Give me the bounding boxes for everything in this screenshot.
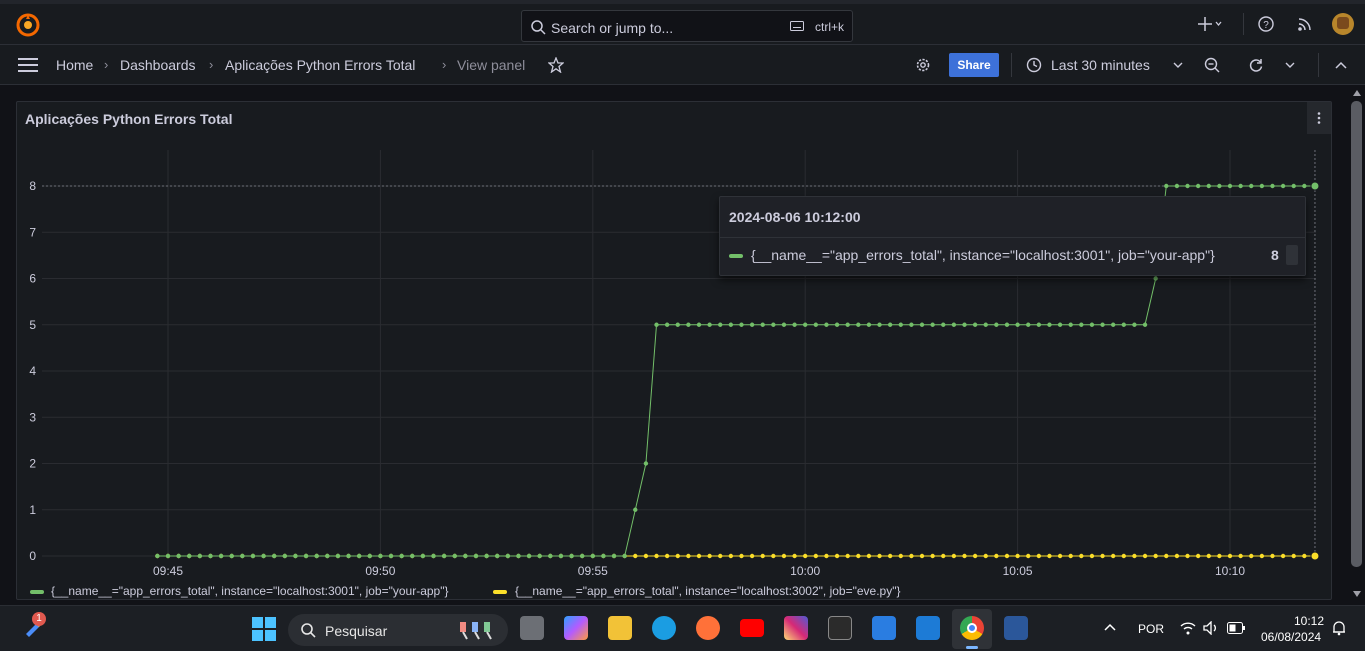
series-color-swatch	[729, 254, 743, 258]
scroll-down-icon[interactable]	[1353, 591, 1361, 597]
svg-text:?: ?	[1263, 20, 1269, 31]
tooltip-value: 8	[1271, 247, 1279, 263]
keyboard-icon	[790, 21, 804, 31]
wifi-icon[interactable]	[1180, 621, 1196, 635]
breadcrumb-dashboard[interactable]: Aplicações Python Errors Total	[225, 57, 415, 73]
legend-swatch	[493, 590, 507, 594]
divider	[1011, 53, 1012, 77]
word-icon[interactable]	[1004, 616, 1028, 640]
clock-icon	[1026, 57, 1042, 73]
more-vertical-icon	[1317, 112, 1321, 124]
trello-icon[interactable]	[916, 616, 940, 640]
top-bar: Search or jump to... ctrl+k ?	[0, 0, 1365, 45]
chrome-icon-active[interactable]	[952, 609, 992, 649]
tooltip-time: 2024-08-06 10:12:00	[729, 209, 861, 225]
tooltip-series-label: {__name__="app_errors_total", instance="…	[751, 247, 1215, 263]
avatar[interactable]	[1332, 13, 1354, 35]
volume-icon[interactable]	[1203, 621, 1219, 635]
widgets-icon[interactable]: 1	[22, 612, 46, 638]
rss-icon[interactable]	[1297, 16, 1313, 32]
chevron-right-icon: ›	[104, 57, 109, 72]
search-icon	[301, 623, 316, 638]
panel-title: Aplicações Python Errors Total	[25, 111, 233, 127]
refresh-icon[interactable]	[1248, 57, 1264, 73]
panel: Aplicações Python Errors Total	[16, 101, 1332, 600]
breadcrumb-current: View panel	[457, 57, 526, 73]
notification-badge: 1	[32, 612, 46, 626]
copilot-icon[interactable]	[564, 616, 588, 640]
help-icon[interactable]: ?	[1258, 16, 1274, 32]
add-icon[interactable]	[1198, 16, 1222, 32]
notification-bell-icon[interactable]	[1332, 620, 1346, 636]
menu-icon[interactable]	[18, 57, 38, 73]
instagram-icon[interactable]	[784, 616, 808, 640]
zoom-out-icon[interactable]	[1204, 57, 1220, 73]
breadcrumb-dashboards[interactable]: Dashboards	[120, 57, 196, 73]
taskbar-search[interactable]: Pesquisar	[288, 614, 508, 646]
clock-time[interactable]: 10:12	[1294, 614, 1324, 628]
taskbar-search-placeholder: Pesquisar	[325, 623, 388, 639]
search-shortcut: ctrl+k	[814, 20, 844, 34]
divider	[1243, 13, 1244, 35]
time-range-picker[interactable]: Last 30 minutes	[1051, 57, 1150, 73]
share-button[interactable]: Share	[949, 53, 999, 77]
chevron-right-icon: ›	[209, 57, 214, 72]
chevron-right-icon: ›	[442, 57, 447, 72]
terminal-icon[interactable]	[828, 616, 852, 640]
tooltip-scrollbar[interactable]	[1286, 245, 1298, 265]
search-icon	[531, 20, 546, 35]
search-placeholder: Search or jump to...	[551, 20, 674, 36]
windows-start-icon[interactable]	[252, 617, 276, 641]
youtube-icon[interactable]	[740, 619, 764, 637]
chevron-up-icon[interactable]	[1104, 623, 1116, 631]
chevron-down-icon[interactable]	[1173, 61, 1183, 69]
divider	[1318, 53, 1319, 77]
search-input[interactable]: Search or jump to... ctrl+k	[521, 10, 853, 42]
scroll-up-icon[interactable]	[1353, 90, 1361, 96]
battery-icon[interactable]	[1227, 622, 1245, 634]
panel-menu-button[interactable]	[1307, 102, 1331, 134]
breadcrumb-home[interactable]: Home	[56, 57, 93, 73]
breadcrumb-bar: Home › Dashboards › Aplicações Python Er…	[0, 45, 1365, 85]
tooltip: 2024-08-06 10:12:00 {__name__="app_error…	[719, 196, 1306, 276]
clock-date[interactable]: 06/08/2024	[1261, 630, 1321, 644]
legend-item[interactable]: {__name__="app_errors_total", instance="…	[51, 584, 449, 598]
taskbar: 1 Pesquisar POR 10:12 06/08/2024	[0, 605, 1365, 651]
file-explorer-icon[interactable]	[608, 616, 632, 640]
photos-icon[interactable]	[872, 616, 896, 640]
firefox-icon[interactable]	[696, 616, 720, 640]
legend-item[interactable]: {__name__="app_errors_total", instance="…	[515, 584, 901, 598]
chevron-down-icon[interactable]	[1285, 61, 1295, 69]
gear-icon[interactable]	[915, 57, 931, 73]
star-icon[interactable]	[548, 57, 564, 73]
scrollbar-thumb[interactable]	[1351, 101, 1362, 567]
chevron-up-icon[interactable]	[1335, 61, 1347, 69]
edge-icon[interactable]	[652, 616, 676, 640]
paint-brushes-icon	[460, 622, 492, 640]
page-scrollbar[interactable]	[1349, 85, 1365, 605]
task-view-icon[interactable]	[520, 616, 544, 640]
legend-swatch	[30, 590, 44, 594]
divider	[720, 237, 1305, 238]
grafana-logo-icon[interactable]	[16, 13, 40, 37]
language-indicator[interactable]: POR	[1138, 622, 1164, 636]
